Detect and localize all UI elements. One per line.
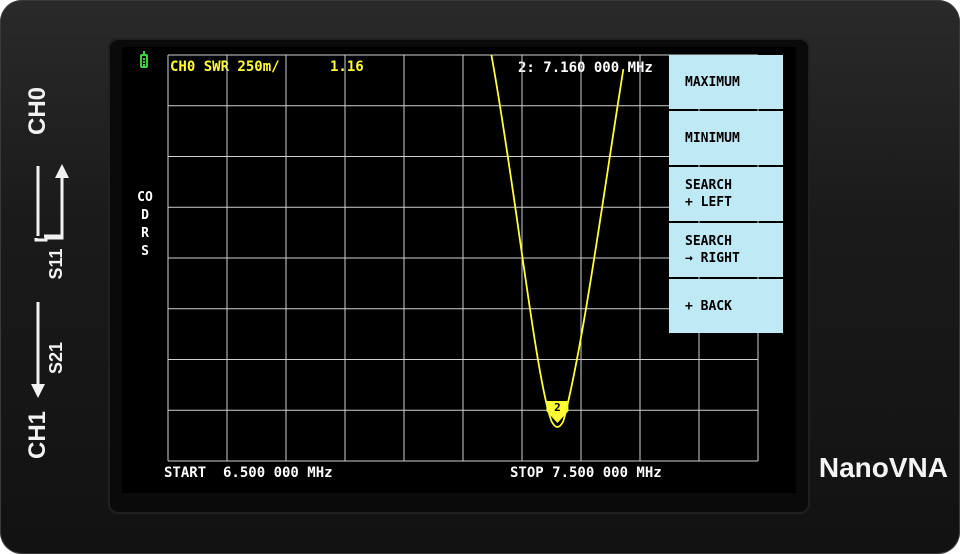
menu-back-button[interactable]: + BACK bbox=[669, 279, 783, 333]
swr-trace bbox=[490, 54, 625, 428]
menu-search-right-label-1: SEARCH bbox=[685, 234, 732, 249]
menu-back-label: + BACK bbox=[685, 298, 732, 314]
menu-search-left-button[interactable]: SEARCH + LEFT bbox=[669, 167, 783, 221]
marker-2[interactable]: 2 bbox=[546, 401, 569, 423]
nanovna-device: CH0 S11 S21 CH1 NanoVNA CH0 SWR 250m/ 1.… bbox=[0, 0, 960, 554]
menu-search-right-button[interactable]: SEARCH → RIGHT bbox=[669, 223, 783, 277]
s21-label: S21 bbox=[46, 341, 66, 375]
marker-2-label: 2 bbox=[554, 401, 561, 414]
marker-search-menu: MAXIMUM MINIMUM SEARCH + LEFT SEARCH → RIG… bbox=[669, 55, 783, 335]
menu-search-right-label-2: → RIGHT bbox=[685, 251, 740, 266]
menu-minimum-button[interactable]: MINIMUM bbox=[669, 111, 783, 165]
lcd-screen[interactable]: CH0 SWR 250m/ 1.16 2: 7.160 000 MHz CO D… bbox=[122, 47, 796, 493]
ch0-port-label: CH0 bbox=[24, 87, 51, 136]
stop-frequency: STOP 7.500 000 MHz bbox=[510, 465, 662, 481]
menu-search-left-label-1: SEARCH bbox=[685, 178, 732, 193]
menu-maximum-label: MAXIMUM bbox=[685, 74, 740, 90]
start-frequency: START 6.500 000 MHz bbox=[164, 465, 333, 481]
ch1-port-label: CH1 bbox=[24, 411, 51, 460]
menu-search-left-label-2: + LEFT bbox=[685, 195, 732, 210]
brand-logo: NanoVNA bbox=[818, 452, 948, 483]
s11-label: S11 bbox=[46, 248, 66, 280]
menu-maximum-button[interactable]: MAXIMUM bbox=[669, 55, 783, 109]
menu-minimum-label: MINIMUM bbox=[685, 130, 740, 146]
